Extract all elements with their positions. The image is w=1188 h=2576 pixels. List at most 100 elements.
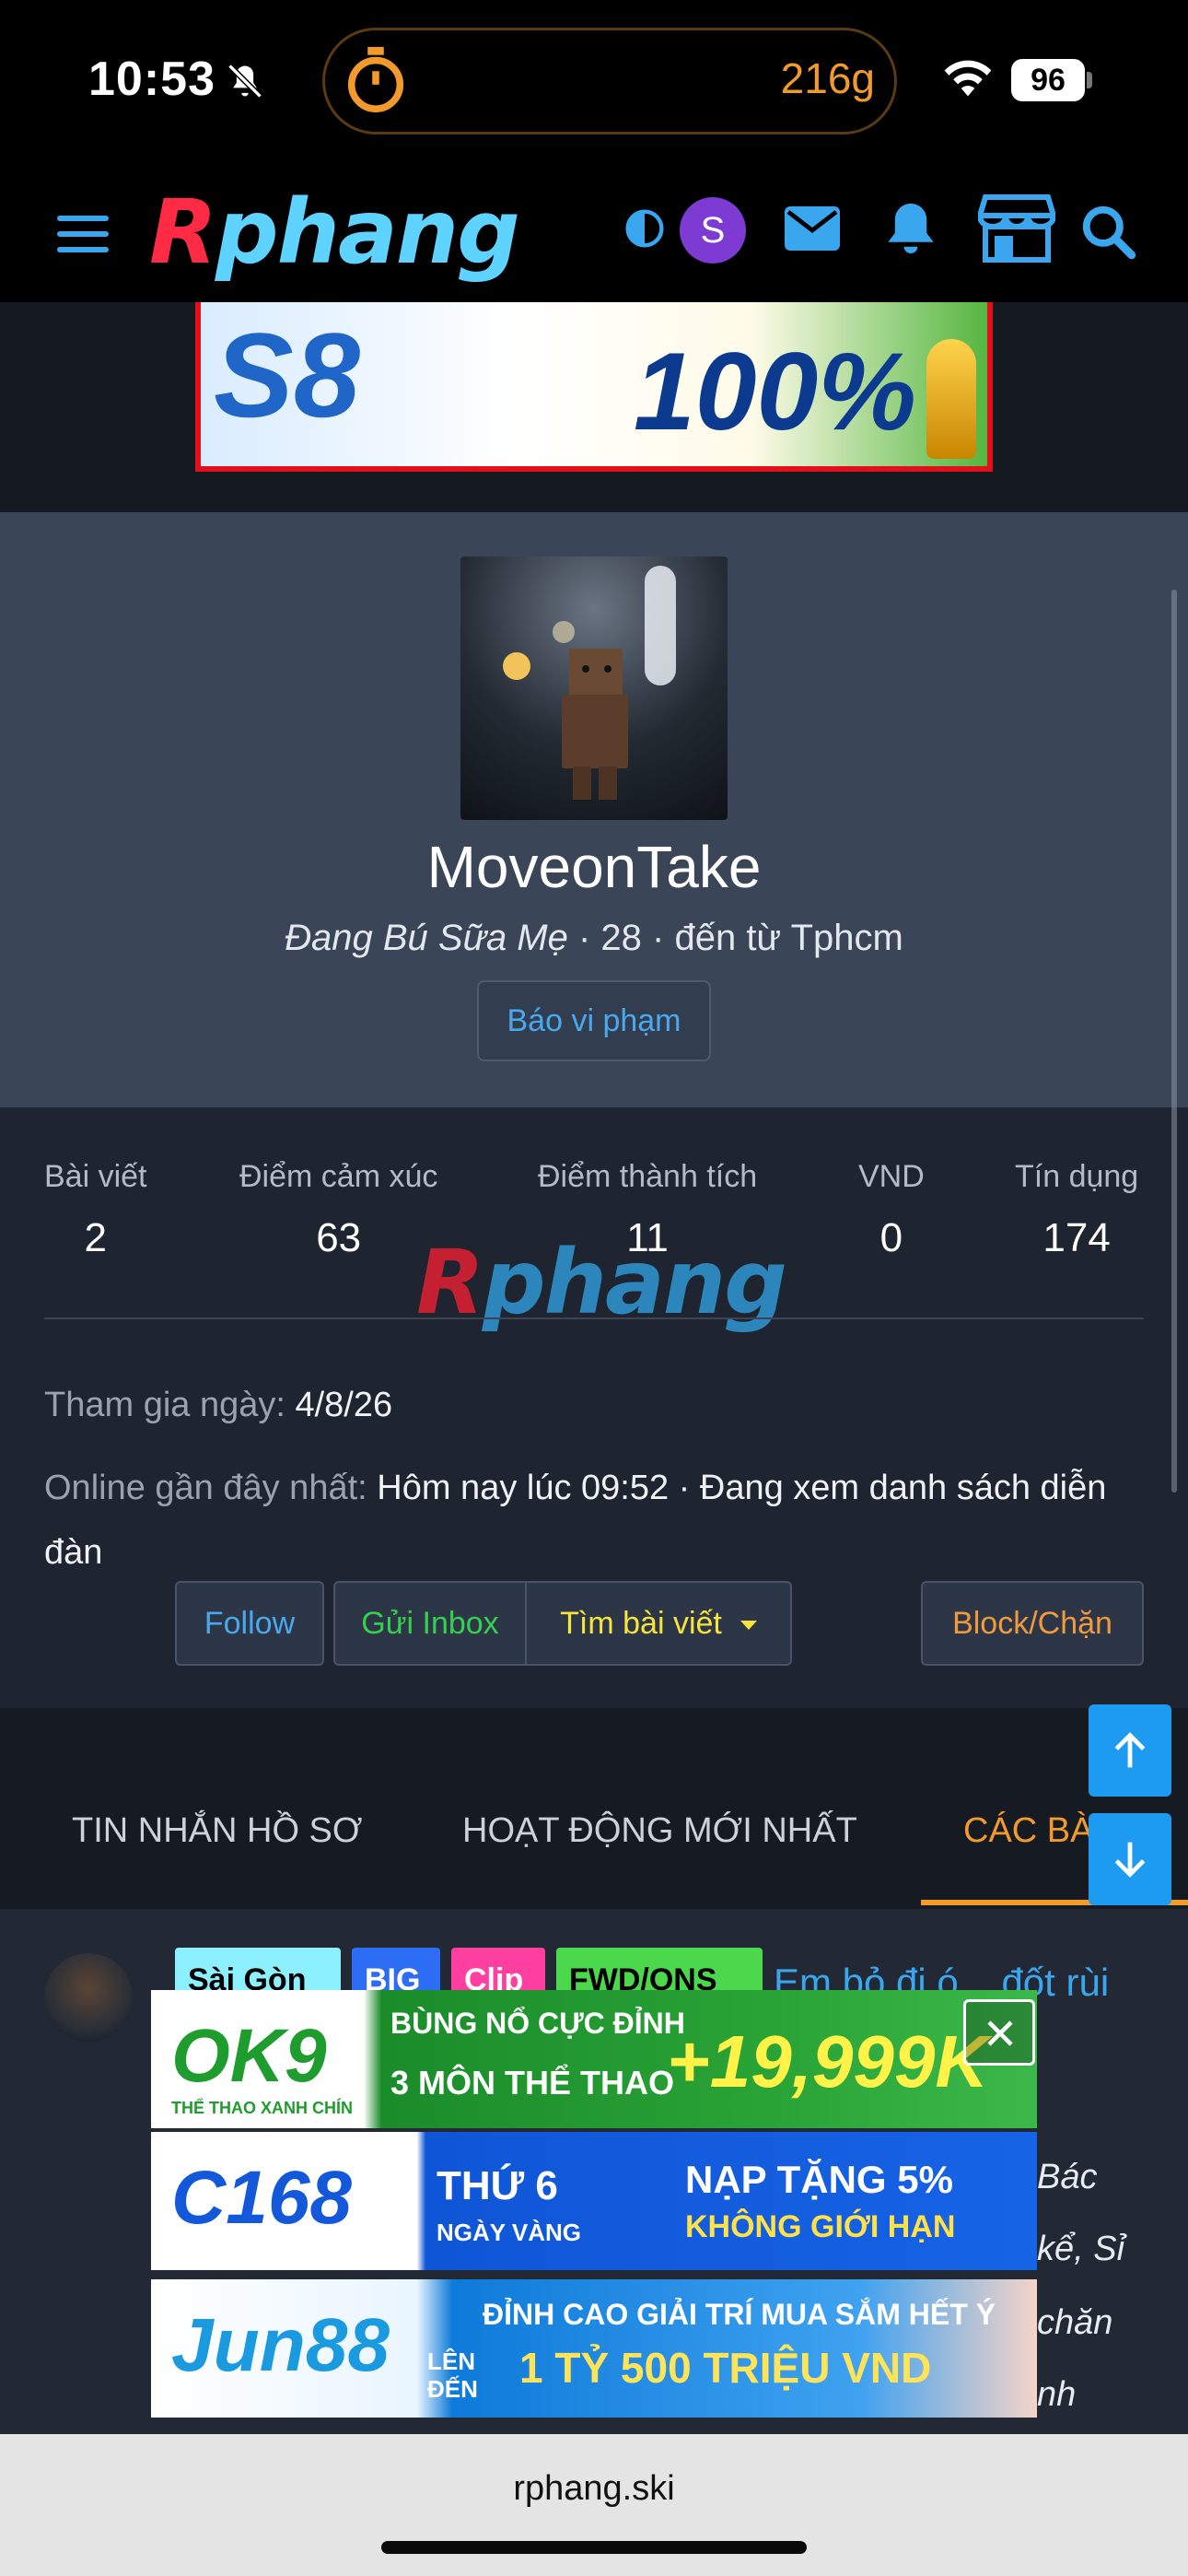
ad-amount: 1 TỶ 500 TRIỆU VND — [519, 2344, 932, 2392]
logo-letter: R — [149, 181, 217, 284]
find-posts-button[interactable]: Tìm bài viết — [525, 1581, 792, 1666]
join-date: Tham gia ngày: 4/8/26 — [44, 1386, 392, 1425]
site-header: Rphang S — [0, 162, 1188, 302]
island-timer-text: 216g — [780, 54, 875, 102]
stat-label: Điểm cảm xúc — [239, 1159, 438, 1194]
stat-label: VND — [858, 1159, 925, 1194]
post-snippet-line: kể, Sỉ — [1037, 2230, 1125, 2268]
post-snippet-line: chăn — [1037, 2303, 1113, 2342]
stat-posts[interactable]: Bài viết 2 — [44, 1159, 147, 1261]
report-button[interactable]: Báo vi phạm — [477, 980, 711, 1061]
battery-nub — [1087, 72, 1092, 88]
photo-bokeh — [503, 652, 530, 680]
ad-line: NGÀY VÀNG — [437, 2219, 581, 2246]
scroll-to-top-button[interactable] — [1089, 1704, 1171, 1797]
stat-value: 174 — [1042, 1215, 1111, 1260]
block-button[interactable]: Block/Chặn — [921, 1581, 1144, 1666]
caret-down-icon — [740, 1621, 757, 1631]
ad-line: ĐỈNH CAO GIẢI TRÍ MUA SẮM HẾT Ý — [483, 2298, 996, 2331]
banner-headline: 100% — [634, 330, 916, 453]
browser-url-bar[interactable]: rphang.ski — [0, 2434, 1188, 2576]
stat-vnd[interactable]: VND 0 — [858, 1159, 925, 1261]
photo-robot-leg — [573, 767, 591, 800]
profile-meta-details: · 28 · đến từ Tphcm — [567, 918, 903, 958]
search-icon[interactable] — [1079, 203, 1136, 260]
notification-bell-icon[interactable] — [882, 199, 939, 258]
battery-indicator: 96 — [1011, 59, 1085, 101]
top-banner-area: S8 100% — [0, 302, 1188, 512]
trophy-icon — [926, 339, 976, 459]
post-snippet-line: nh — [1037, 2375, 1077, 2414]
ad-amount: +19,999K — [667, 2020, 989, 2102]
photo-robot-leg — [599, 767, 617, 800]
status-time: 10:53 — [88, 53, 215, 106]
bell-mute-icon — [227, 64, 262, 99]
status-bar: 10:53 216g 96 — [0, 0, 1188, 162]
post-author-avatar[interactable] — [44, 1953, 133, 2042]
banner-brand: S8 — [214, 308, 361, 442]
stat-value: 2 — [84, 1215, 107, 1260]
user-avatar[interactable]: S — [680, 197, 746, 263]
profile-tabs: TIN NHẮN HỒ SƠ HOẠT ĐỘNG MỚI NHẤT CÁC BÀ — [0, 1708, 1188, 1909]
stat-label: Bài viết — [44, 1159, 147, 1194]
stat-credit[interactable]: Tín dụng 174 — [1015, 1159, 1138, 1261]
ad-brand: OK9 — [171, 2014, 327, 2098]
scroll-to-bottom-button[interactable] — [1089, 1813, 1171, 1905]
profile-meta: Đang Bú Sữa Mẹ · 28 · đến từ Tphcm — [0, 918, 1188, 959]
send-inbox-button[interactable]: Gửi Inbox — [333, 1581, 527, 1666]
floating-ad-jun88[interactable]: Jun88 ĐỈNH CAO GIẢI TRÍ MUA SẮM HẾT Ý LÊ… — [151, 2279, 1037, 2418]
join-label: Tham gia ngày: — [44, 1386, 285, 1424]
photo-robot-body — [562, 695, 628, 768]
site-logo[interactable]: Rphang — [149, 186, 520, 278]
profile-photo[interactable] — [460, 556, 728, 820]
hamburger-menu-icon[interactable] — [57, 214, 109, 254]
photo-robot-head — [569, 649, 623, 697]
photo-robot-eye — [582, 665, 589, 673]
timer-icon — [347, 46, 404, 112]
tab-posts[interactable]: CÁC BÀ — [963, 1811, 1093, 1851]
ad-brand: C168 — [171, 2156, 353, 2240]
divider — [44, 1317, 1144, 1319]
site-watermark: Rphang — [416, 1236, 787, 1329]
ad-tagline: THỂ THAO XANH CHÍN — [171, 2099, 353, 2117]
ad-line: BÙNG NỔ CỰC ĐỈNH — [390, 2007, 685, 2040]
arrow-down-icon — [1114, 1842, 1146, 1878]
profile-card: MoveonTake Đang Bú Sữa Mẹ · 28 · đến từ … — [0, 512, 1188, 1107]
wifi-icon — [944, 60, 992, 97]
follow-button[interactable]: Follow — [175, 1581, 324, 1666]
photo-robot-eye — [604, 665, 611, 673]
logo-text: phang — [215, 181, 520, 284]
ad-line: THỨ 6 — [437, 2163, 558, 2208]
store-icon[interactable] — [978, 193, 1055, 263]
post-snippet-line: Bác — [1037, 2158, 1098, 2196]
stat-reactions[interactable]: Điểm cảm xúc 63 — [239, 1159, 437, 1261]
theme-toggle-icon[interactable] — [624, 208, 665, 249]
stat-value: 63 — [316, 1215, 362, 1260]
stat-value: 0 — [879, 1215, 903, 1260]
tab-latest-activity[interactable]: HOẠT ĐỘNG MỚI NHẤT — [462, 1811, 857, 1851]
arrow-up-icon — [1114, 1732, 1146, 1768]
floating-ad-ok9[interactable]: OK9 BÙNG NỔ CỰC ĐỈNH 3 MÔN THỂ THAO +19,… — [151, 1990, 1037, 2128]
home-indicator[interactable] — [381, 2541, 807, 2554]
photo-bokeh — [553, 621, 575, 643]
ad-line: 3 MÔN THỂ THAO — [390, 2064, 675, 2102]
floating-ad-c168[interactable]: C168 THỨ 6 NGÀY VÀNG NẠP TẶNG 5% KHÔNG G… — [151, 2132, 1037, 2270]
mail-icon[interactable] — [783, 205, 842, 252]
photo-bokeh — [645, 566, 676, 685]
close-icon — [987, 2020, 1013, 2046]
join-value: 4/8/26 — [295, 1386, 393, 1424]
online-label: Online gần đây nhất: — [44, 1469, 367, 1507]
ad-promo: NẠP TẶNG 5% — [685, 2158, 953, 2201]
ad-promo: KHÔNG GIỚI HẠN — [685, 2209, 956, 2244]
url-text[interactable]: rphang.ski — [0, 2469, 1188, 2509]
banner-ad-s8[interactable]: S8 100% — [195, 302, 993, 472]
last-online: Online gần đây nhất: Hôm nay lúc 09:52 ·… — [44, 1456, 1149, 1585]
find-posts-label: Tìm bài viết — [560, 1606, 722, 1641]
stat-label: Tín dụng — [1015, 1159, 1139, 1194]
page-scrollbar[interactable] — [1171, 590, 1177, 1493]
ad-brand: Jun88 — [171, 2303, 390, 2387]
profile-stats-section: Bài viết 2 Điểm cảm xúc 63 Điểm thành tí… — [0, 1107, 1188, 1708]
tab-profile-posts[interactable]: TIN NHẮN HỒ SƠ — [72, 1811, 363, 1851]
stat-label: Điểm thành tích — [538, 1159, 758, 1194]
close-ad-button[interactable] — [963, 1999, 1035, 2066]
